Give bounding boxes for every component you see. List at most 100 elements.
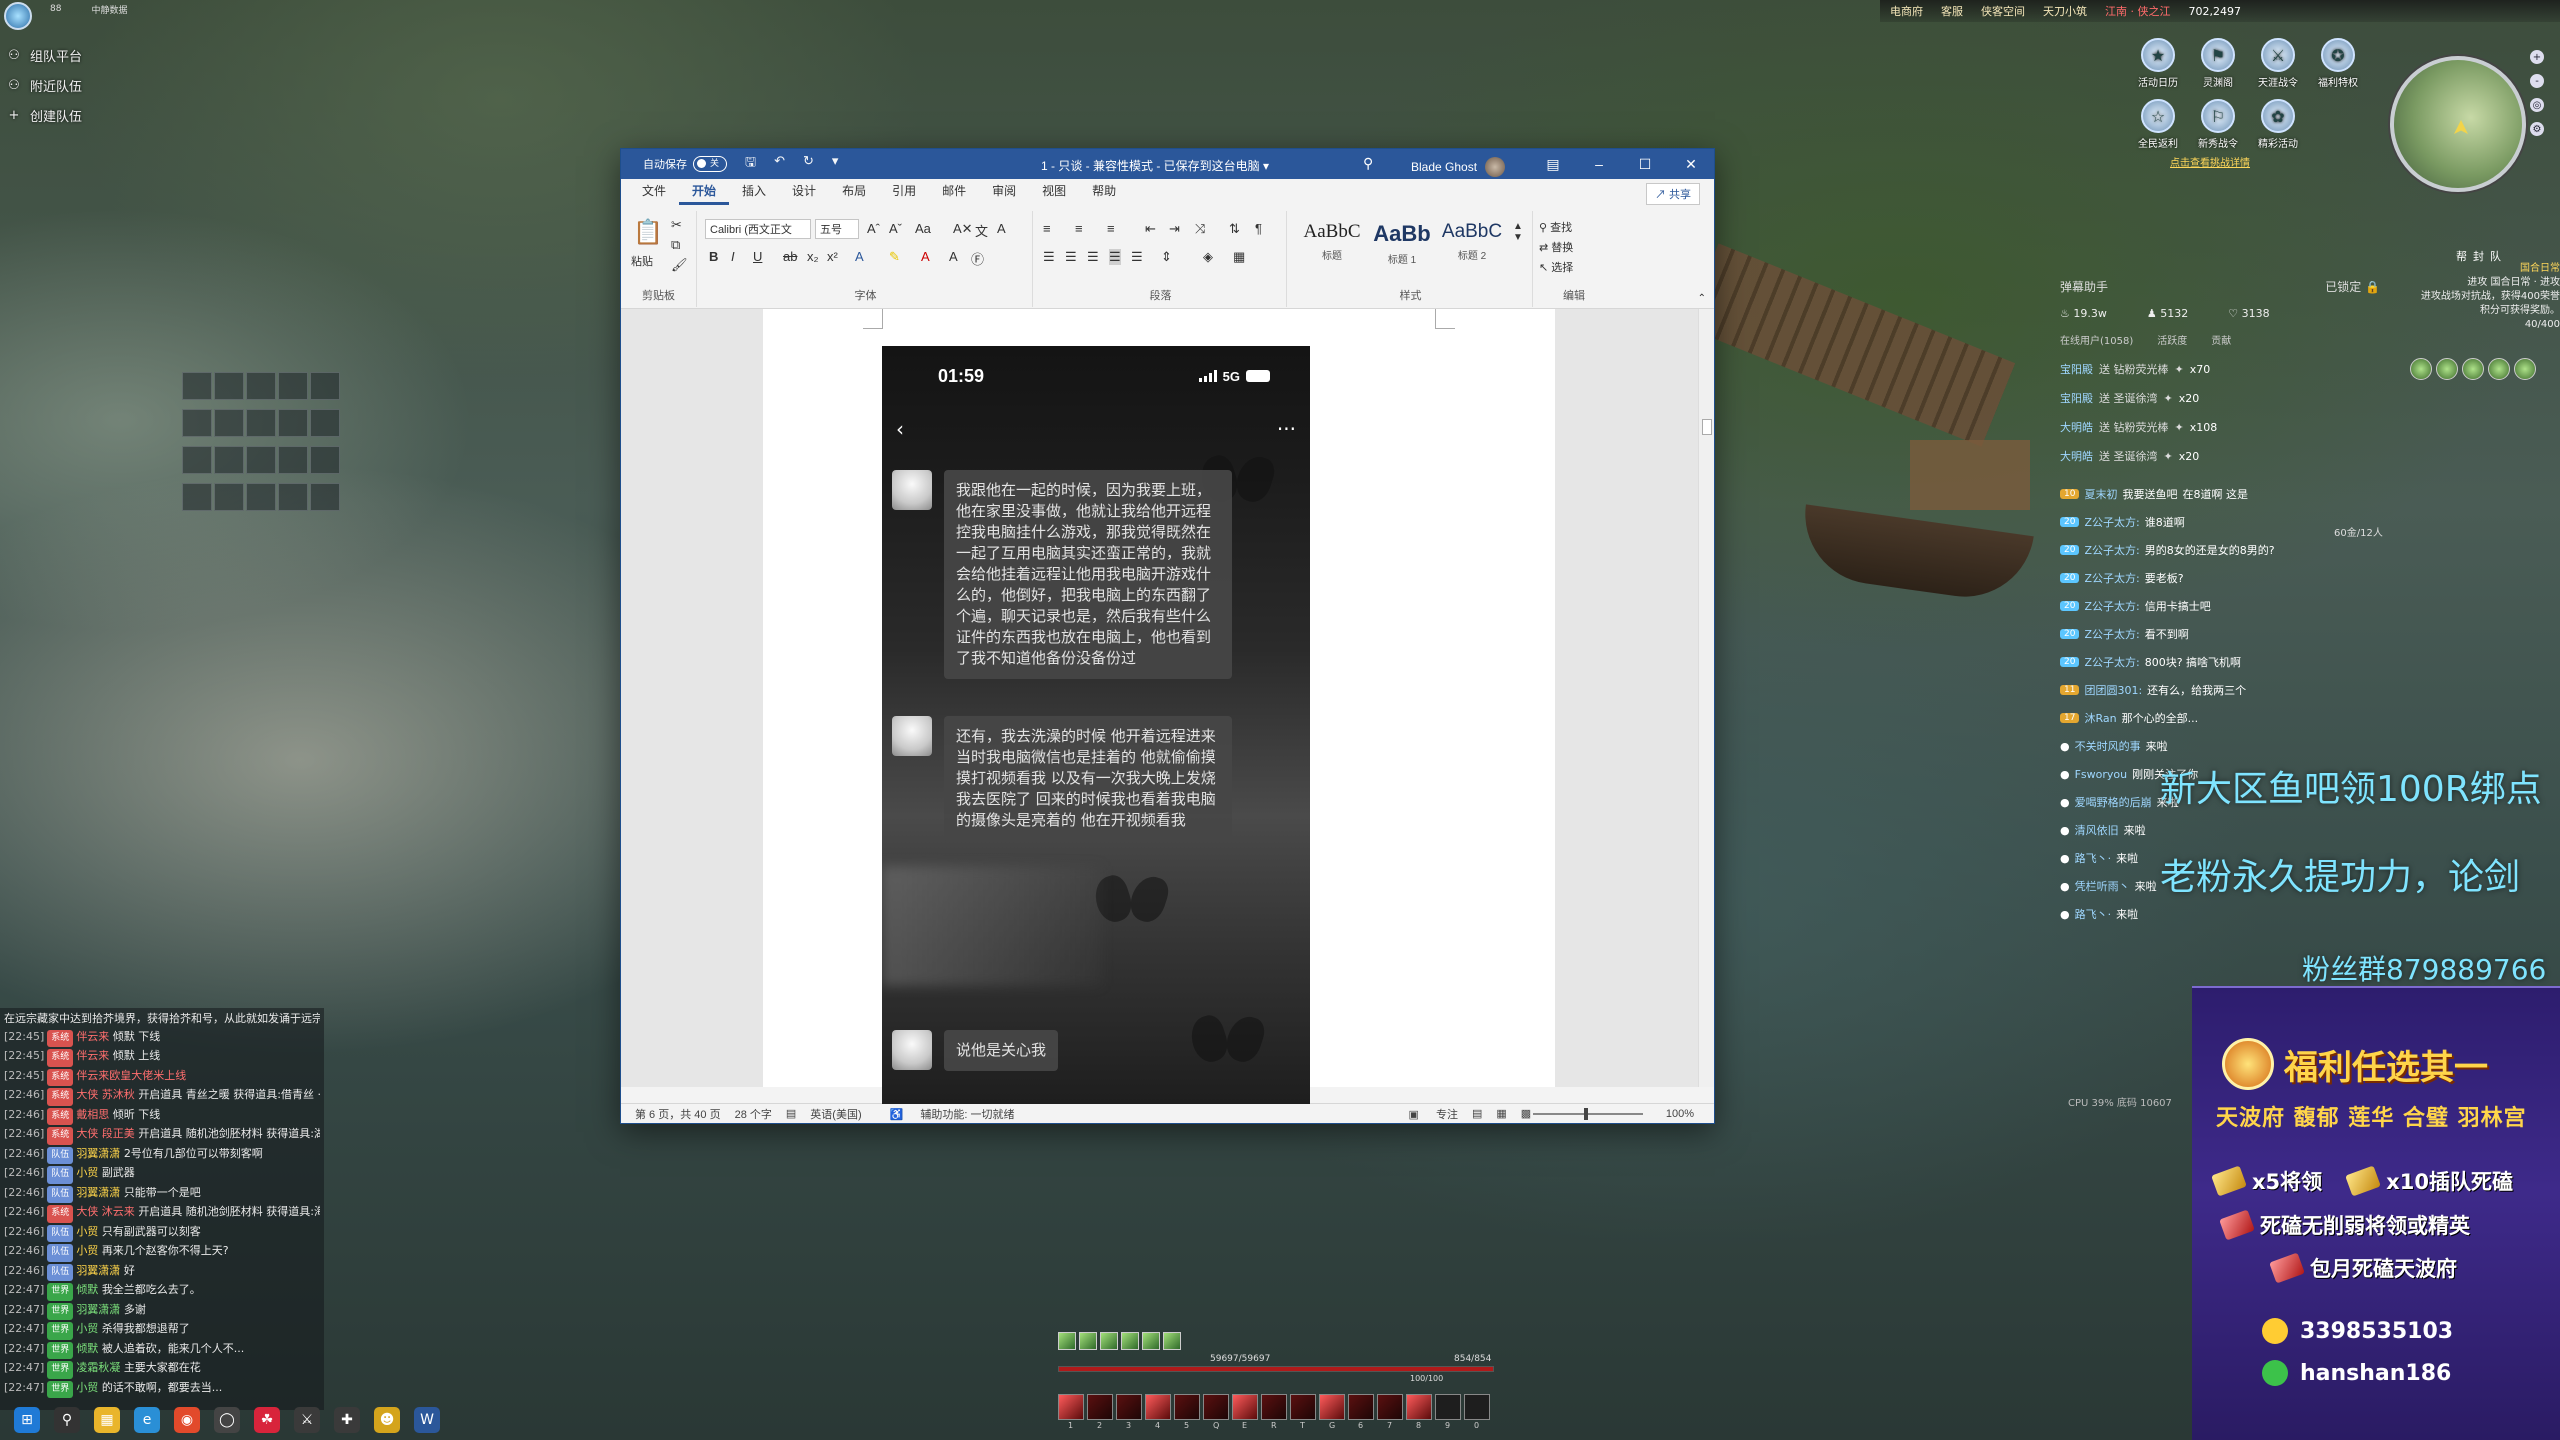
chat-name[interactable]: 倾默: [76, 1283, 98, 1296]
proofing-icon[interactable]: ▤: [786, 1107, 796, 1120]
welfare-button[interactable]: ✪ 福利特权: [2308, 38, 2368, 89]
font-name-select[interactable]: Calibri (西文正文: [705, 219, 811, 239]
browser-icon[interactable]: ◉: [174, 1407, 200, 1433]
autosave-toggle[interactable]: 关: [693, 156, 727, 172]
distributed-icon[interactable]: ☰: [1131, 249, 1143, 265]
chat-name[interactable]: 凌霜秋凝: [76, 1361, 120, 1374]
accessibility[interactable]: ♿ 辅助功能: 一切就绪: [876, 1106, 1015, 1122]
decrease-indent-icon[interactable]: ⇤: [1145, 221, 1156, 237]
skill-slot[interactable]: R: [1261, 1394, 1287, 1430]
zoom-slider-thumb[interactable]: [1584, 1108, 1588, 1120]
item-slot[interactable]: [182, 409, 212, 437]
app-icon[interactable]: ◯: [214, 1407, 240, 1433]
skill-slot[interactable]: G: [1319, 1394, 1345, 1430]
align-center-icon[interactable]: ☰: [1065, 249, 1077, 265]
save-icon[interactable]: 🖫: [745, 153, 756, 175]
team-platform-item[interactable]: ⚇ 组队平台: [6, 46, 82, 65]
multilevel-icon[interactable]: ≡: [1107, 221, 1115, 236]
item-slot[interactable]: [214, 372, 244, 400]
highlight-icon[interactable]: ✎: [889, 249, 900, 265]
user-account[interactable]: Blade Ghost: [1411, 157, 1506, 177]
chat-name[interactable]: 小贸: [76, 1166, 98, 1179]
tab-home[interactable]: 开始: [679, 182, 730, 205]
game-icon[interactable]: ⚔: [294, 1407, 320, 1433]
chat-name[interactable]: 羽翼潇潇: [76, 1186, 120, 1199]
paste-label[interactable]: 粘贴: [631, 253, 653, 269]
item-slot[interactable]: [182, 446, 212, 474]
minimize-icon[interactable]: –: [1576, 149, 1622, 179]
activity-calendar-button[interactable]: ★ 活动日历: [2128, 38, 2188, 89]
topbar-shop[interactable]: 电商府: [1890, 3, 1923, 19]
tab-design[interactable]: 设计: [779, 182, 829, 205]
align-left-icon[interactable]: ☰: [1043, 249, 1055, 265]
skill-slot[interactable]: E: [1232, 1394, 1258, 1430]
challenge-details-link[interactable]: 点击查看挑战详情: [2170, 154, 2250, 169]
scrollbar-thumb[interactable]: [1702, 419, 1712, 435]
skill-slot[interactable]: 1: [1058, 1394, 1084, 1430]
chat-name[interactable]: 大侠 段正美: [76, 1127, 135, 1140]
find-button[interactable]: ⚲ 查找: [1539, 219, 1572, 235]
enclose-char-icon[interactable]: Ⓕ: [971, 249, 984, 268]
chat-name[interactable]: 大侠 沐云来: [76, 1205, 135, 1218]
item-slot[interactable]: [246, 483, 276, 511]
tab-mailings[interactable]: 邮件: [929, 182, 979, 205]
bold-icon[interactable]: B: [709, 249, 718, 264]
skill-slot[interactable]: 0: [1464, 1394, 1490, 1430]
copy-icon[interactable]: ⧉: [671, 237, 680, 253]
vertical-scrollbar[interactable]: [1698, 309, 1714, 1087]
chat-bubble[interactable]: 还有，我去洗澡的时候 他开着远程进来 当时我电脑微信也是挂着的 他就偷偷摸摸打视…: [944, 716, 1232, 841]
tab-view[interactable]: 视图: [1029, 182, 1079, 205]
create-team-item[interactable]: + 创建队伍: [6, 106, 82, 125]
topbar-home[interactable]: 天刀小筑: [2043, 3, 2087, 19]
events-button[interactable]: ✿ 精彩活动: [2248, 99, 2308, 150]
word-taskbar-icon[interactable]: W: [414, 1407, 440, 1433]
customize-qat-icon[interactable]: ▾: [832, 153, 839, 175]
skill-slot[interactable]: 3: [1116, 1394, 1142, 1430]
edge-icon[interactable]: e: [134, 1407, 160, 1433]
borders-icon[interactable]: ▦: [1233, 249, 1245, 265]
douyu-icon[interactable]: ☘: [254, 1407, 280, 1433]
item-slot[interactable]: [214, 446, 244, 474]
underline-icon[interactable]: U: [753, 249, 762, 264]
item-slot[interactable]: [310, 372, 340, 400]
close-icon[interactable]: ✕: [1668, 149, 1714, 179]
chat-name[interactable]: 羽翼潇潇: [76, 1264, 120, 1277]
select-button[interactable]: ↖ 选择: [1539, 259, 1573, 275]
chat-name[interactable]: 羽翼潇潇: [76, 1147, 120, 1160]
topbar-space[interactable]: 侠客空间: [1981, 3, 2025, 19]
italic-icon[interactable]: I: [731, 249, 735, 264]
chat-bubble[interactable]: 我跟他在一起的时候，因为我要上班，他在家里没事做，他就让我给他开远程控我电脑挂什…: [944, 470, 1232, 679]
item-slot[interactable]: [310, 409, 340, 437]
page-count[interactable]: 第 6 页，共 40 页: [635, 1106, 721, 1122]
style-heading-2[interactable]: AaBbC 标题 2: [1439, 221, 1505, 262]
language[interactable]: 英语(美国): [810, 1106, 861, 1122]
grow-font-icon[interactable]: Aˆ: [867, 221, 880, 236]
web-layout-icon[interactable]: ▩: [1521, 1107, 1531, 1120]
paste-icon[interactable]: 📋: [633, 217, 663, 247]
change-case-icon[interactable]: Aa: [915, 221, 931, 236]
skill-slot[interactable]: 5: [1174, 1394, 1200, 1430]
map-icon[interactable]: ◎: [2530, 98, 2544, 112]
char-shading-icon[interactable]: A: [949, 249, 958, 264]
nearby-team-item[interactable]: ⚇ 附近队伍: [6, 76, 82, 95]
phonetic-icon[interactable]: 文: [975, 221, 988, 240]
superscript-icon[interactable]: x²: [827, 249, 838, 264]
item-slot[interactable]: [246, 372, 276, 400]
read-mode-icon[interactable]: ▤: [1472, 1107, 1482, 1120]
tab-online-users[interactable]: 在线用户(1058): [2060, 332, 2133, 347]
more-icon[interactable]: ···: [1277, 417, 1296, 441]
sword-icon[interactable]: ✚: [334, 1407, 360, 1433]
embedded-phone-screenshot[interactable]: 01:59 5G ‹ ··· 我跟他在一起的时候，因为我要上班，他在家里没事做，…: [882, 346, 1310, 1104]
chat-name[interactable]: 倾默: [76, 1342, 98, 1355]
chat-name[interactable]: 戴相思: [76, 1108, 109, 1121]
settings-icon[interactable]: ⚙: [2530, 122, 2544, 136]
skill-slot[interactable]: 2: [1087, 1394, 1113, 1430]
skill-slot[interactable]: 4: [1145, 1394, 1171, 1430]
chat-name[interactable]: 伴云来欧皇大佬米上线: [76, 1069, 186, 1082]
lingyuan-button[interactable]: ⚑ 灵渊阁: [2188, 38, 2248, 89]
search-icon[interactable]: ⚲: [1363, 155, 1373, 172]
align-right-icon[interactable]: ☰: [1087, 249, 1099, 265]
tab-help[interactable]: 帮助: [1079, 182, 1129, 205]
zoom-in-icon[interactable]: +: [2530, 50, 2544, 64]
clear-format-icon[interactable]: A✕: [953, 221, 973, 237]
